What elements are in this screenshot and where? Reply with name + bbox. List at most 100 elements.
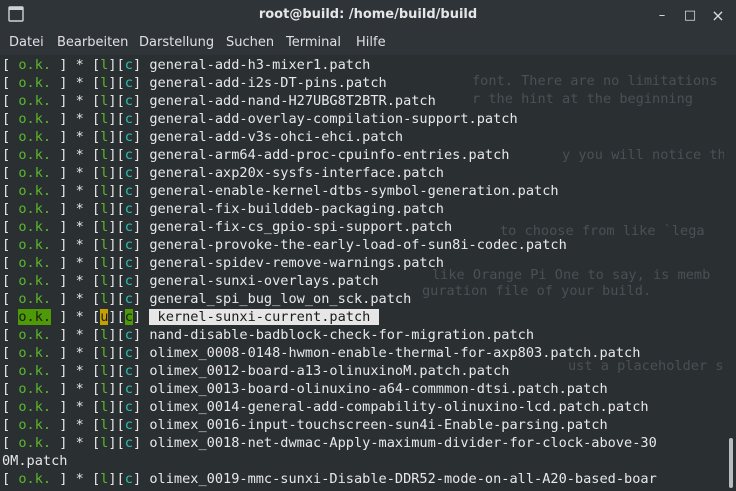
patch-line: [ o.k. ] * [l][c] olimex_0019-mmc-sunxi-… [2, 470, 657, 488]
flag-c: c [124, 165, 133, 181]
bracket-text: ] * [ [51, 291, 101, 307]
bracket-text: ] * [ [51, 471, 101, 487]
patch-name: olimex_0013-board-olinuxino-a64-commmon-… [149, 381, 608, 397]
bracket-text: ] * [ [51, 363, 101, 379]
scroll-thumb[interactable] [729, 438, 733, 488]
bracket-text: [ [2, 93, 19, 109]
patch-line: 0M.patch [2, 452, 67, 470]
bracket-text: ] * [ [51, 417, 101, 433]
bracket-text: ] * [ [51, 57, 101, 73]
bracket-text: ] * [ [51, 219, 101, 235]
bracket-text: ] * [ [51, 399, 101, 415]
menu-bearbeiten[interactable]: Bearbeiten [57, 35, 128, 50]
patch-name: nand-disable-badblock-check-for-migratio… [149, 327, 535, 343]
bracket-text: ] * [ [51, 129, 101, 145]
bracket-text: ] [132, 111, 150, 127]
status-ok: o.k. [18, 291, 52, 307]
flag-c: c [124, 75, 133, 91]
bracket-text: [ [2, 237, 19, 253]
bracket-text: ][ [108, 399, 125, 415]
menu-suchen[interactable]: Suchen [226, 35, 274, 50]
bracket-text: ] [132, 165, 150, 181]
bracket-text: ] [132, 327, 150, 343]
bracket-text: ] [132, 201, 150, 217]
menu-darstellung[interactable]: Darstellung [139, 35, 214, 50]
maximize-button[interactable]: □ [680, 6, 700, 26]
bracket-text: ] * [ [51, 75, 101, 91]
bracket-text: ] * [ [51, 201, 101, 217]
bracket-text: ][ [108, 345, 125, 361]
menu-hilfe[interactable]: Hilfe [356, 35, 386, 50]
close-button[interactable]: × [708, 6, 728, 26]
status-ok: o.k. [18, 309, 52, 325]
bracket-text: ] [132, 57, 150, 73]
patch-name: general-add-v3s-ohci-ehci.patch [149, 129, 404, 145]
patch-line: [ o.k. ] * [l][c] olimex_0018-net-dwmac-… [2, 434, 657, 452]
patch-name: general-arm64-add-proc-cpuinfo-entries.p… [149, 147, 510, 163]
bracket-text: ] [132, 381, 150, 397]
bracket-text: [ [2, 201, 19, 217]
flag-c: c [124, 435, 133, 451]
bracket-text: ] * [ [51, 255, 101, 271]
menu-datei[interactable]: Datei [9, 35, 44, 50]
patch-line: [ o.k. ] * [l][c] general-add-h3-mixer1.… [2, 56, 370, 74]
bracket-text: ] [132, 363, 150, 379]
bracket-text: ][ [108, 363, 125, 379]
bracket-text: ][ [108, 219, 125, 235]
bracket-text: [ [2, 417, 19, 433]
bracket-text: ][ [108, 381, 125, 397]
bracket-text: ] * [ [51, 165, 101, 181]
terminal-output[interactable]: font. There are no limitations exc r the… [2, 55, 724, 491]
bracket-text: ][ [108, 183, 125, 199]
patch-name: olimex_0019-mmc-sunxi-Disable-DDR52-mode… [149, 471, 657, 487]
patch-line: [ o.k. ] * [l][c] general-arm64-add-proc… [2, 146, 509, 164]
status-ok: o.k. [18, 93, 52, 109]
bracket-text: ][ [108, 309, 125, 325]
bracket-text: ][ [108, 165, 125, 181]
status-ok: o.k. [18, 435, 52, 451]
patch-line: [ o.k. ] * [l][c] general-provoke-the-ea… [2, 236, 567, 254]
bracket-text: ] * [ [51, 111, 101, 127]
patch-line: [ o.k. ] * [l][c] general-add-i2s-DT-pin… [2, 74, 387, 92]
patch-line: [ o.k. ] * [l][c] general-spidev-remove-… [2, 254, 444, 272]
minimize-button[interactable]: – [652, 6, 672, 26]
bracket-text: ] [132, 471, 150, 487]
bracket-text: [ [2, 345, 19, 361]
status-ok: o.k. [18, 255, 52, 271]
bracket-text: [ [2, 273, 19, 289]
status-ok: o.k. [18, 273, 52, 289]
patch-name: general-axp20x-sysfs-interface.patch [149, 165, 444, 181]
bracket-text: ] [132, 417, 150, 433]
bracket-text: [ [2, 309, 19, 325]
patch-name: general-add-nand-H27UBG8T2BTR.patch [149, 93, 436, 109]
vertical-scrollbar[interactable] [726, 55, 736, 491]
bracket-text: ] [132, 183, 150, 199]
bracket-text: ][ [108, 147, 125, 163]
bracket-text: [ [2, 75, 19, 91]
patch-line: [ o.k. ] * [l][c] general-sunxi-overlays… [2, 272, 379, 290]
flag-c: c [124, 291, 133, 307]
flag-c: c [124, 327, 133, 343]
patch-name: general-add-overlay-compilation-support.… [149, 111, 518, 127]
bracket-text: ] [132, 237, 150, 253]
patch-name: general-fix-cs_gpio-spi-support.patch [149, 219, 453, 235]
bracket-text: ] [132, 399, 150, 415]
bracket-text: [ [2, 291, 19, 307]
menu-terminal[interactable]: Terminal [286, 35, 341, 50]
flag-c: c [124, 201, 133, 217]
patch-line: [ o.k. ] * [l][c] general-add-v3s-ohci-e… [2, 128, 403, 146]
patch-name: general-add-i2s-DT-pins.patch [149, 75, 387, 91]
ghost-text: y you will notice there [562, 147, 724, 163]
status-ok: o.k. [18, 165, 52, 181]
bracket-text: ] * [ [51, 273, 101, 289]
ghost-text: font. There are no limitations exc [472, 73, 724, 89]
ghost-text: r the hint at the beginning [472, 91, 693, 107]
flag-c: c [124, 255, 133, 271]
menu-bar: Datei Bearbeiten Darstellung Suchen Term… [0, 31, 736, 55]
title-bar[interactable]: root@build: /home/build/build – □ × [0, 0, 736, 31]
patch-name: general-enable-kernel-dtbs-symbol-genera… [149, 183, 559, 199]
window-title: root@build: /home/build/build [258, 7, 478, 22]
patch-line[interactable]: [ o.k. ] * [u][c] kernel-sunxi-current.p… [2, 308, 379, 326]
bracket-text: [ [2, 111, 19, 127]
flag-c: c [124, 111, 133, 127]
